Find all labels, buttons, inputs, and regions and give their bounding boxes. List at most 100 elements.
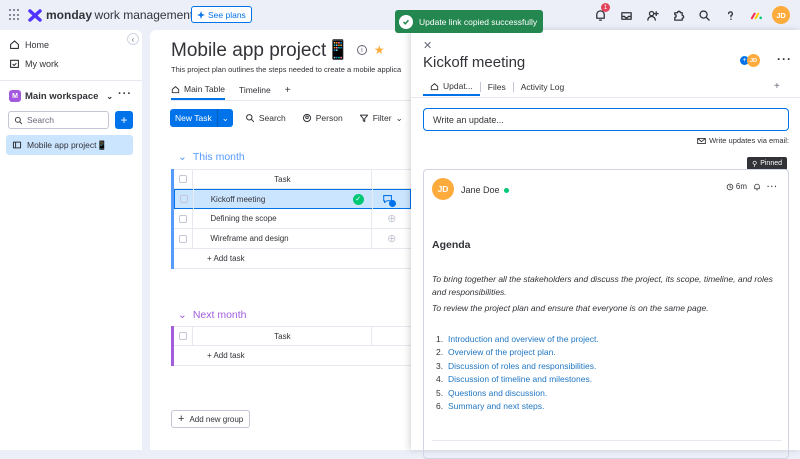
star-icon[interactable]: ★ [374,43,385,57]
task-cell[interactable]: Defining the scope [193,208,373,229]
add-update-button[interactable]: ⊕ [372,209,411,229]
author[interactable]: Jane Doe [461,185,509,195]
tab-activity-log[interactable]: Activity Log [514,79,571,95]
list-number: 2. [436,347,444,358]
post-paragraph: To review the project plan and ensure th… [432,303,709,313]
board-toolbar: New Task ⌄ Search Person Filter ⌄ [170,109,433,127]
apps-grid-icon[interactable] [9,9,21,21]
subscriber-avatar: JD [747,54,760,67]
search-button[interactable] [694,5,714,25]
agenda-list: 1. Introduction and overview of the proje… [436,333,599,413]
table-row[interactable]: Wireframe and design ⊕ [174,228,411,249]
group-title-this-month[interactable]: ⌄ This month [178,151,245,163]
close-icon[interactable]: ✕ [423,39,432,52]
author-avatar[interactable]: JD [432,178,454,200]
new-task-button[interactable]: New Task ⌄ [170,109,233,127]
see-plans-button[interactable]: See plans [191,6,252,23]
add-tab-button[interactable]: + [774,81,780,92]
more-options-button[interactable]: ··· [777,52,792,66]
column-header-task[interactable]: Task [193,326,373,346]
home-icon [171,85,180,93]
logo[interactable]: monday work management [28,8,193,22]
table-row[interactable]: Kickoff meeting ✓ [174,189,411,209]
inbox-button[interactable] [616,5,636,25]
add-person-icon [646,10,659,21]
toolbar-filter-button[interactable]: Filter ⌄ [355,113,407,124]
new-task-label: New Task [175,113,212,123]
row-checkbox[interactable] [174,208,194,229]
add-view-button[interactable]: + [285,81,291,100]
task-cell[interactable]: Wireframe and design [193,228,373,249]
subscribers[interactable]: + JD [740,54,760,67]
sidebar-item-home[interactable]: Home [9,39,49,50]
add-task-row[interactable]: + Add task [174,249,411,269]
collapse-sidebar-button[interactable]: ‹ [127,33,139,45]
notifications-button[interactable]: 1 [590,3,610,25]
sidebar-item-my-work[interactable]: My work [9,58,59,69]
invite-members-button[interactable] [642,5,662,25]
brand-bold: monday [46,8,93,22]
apps-marketplace-button[interactable] [668,5,688,25]
group-title-label: Next month [192,309,247,321]
write-via-email-link[interactable]: Write updates via email: [697,136,789,145]
sidebar-search-placeholder: Search [27,115,54,125]
plus-icon: + [178,413,185,425]
add-task-row[interactable]: + Add task [174,346,411,366]
check-circle-icon [399,14,413,29]
write-update-input[interactable]: Write an update... [423,108,789,131]
post-more-button[interactable]: ··· [767,182,778,191]
board-title[interactable]: Mobile app project📱 [171,38,350,62]
write-update-placeholder: Write an update... [433,114,504,125]
add-new-group-button[interactable]: + Add new group [171,410,251,428]
column-header-task[interactable]: Task [193,169,373,189]
brand-rest: work management [94,8,194,22]
top-icons: 1 JD [590,3,790,25]
update-post: JD Jane Doe 6m ··· Agenda To bring toget… [423,169,789,459]
tab-main-table-label: Main Table [184,84,225,94]
workspace-selector[interactable]: M Main workspace ⌄ [9,90,113,102]
row-checkbox[interactable] [175,189,194,209]
add-task-label[interactable]: + Add task [194,351,245,360]
tab-files[interactable]: Files [481,79,513,95]
sidebar-item-board[interactable]: Mobile app project📱 [6,135,133,155]
toolbar-search-label: Search [258,113,286,123]
add-update-button[interactable]: ⊕ [372,229,411,249]
select-all-checkbox[interactable] [174,326,194,346]
info-icon[interactable]: i [356,45,367,55]
via-email-label: Write updates via email: [709,136,789,145]
row-spacer [174,249,194,269]
row-checkbox[interactable] [174,228,194,249]
item-title[interactable]: Kickoff meeting [423,54,525,71]
chevron-down-icon[interactable]: ⌄ [178,309,187,321]
add-conversation-icon: ⊕ [387,213,397,225]
board-title-row: Mobile app project📱 i ★ [171,38,385,62]
tab-main-table[interactable]: Main Table [171,80,225,100]
add-task-label[interactable]: + Add task [194,254,245,263]
group-title-next-month[interactable]: ⌄ Next month [178,309,247,321]
account-logo-button[interactable] [746,5,766,25]
chevron-down-icon[interactable]: ⌄ [216,109,233,127]
bell-icon[interactable] [753,183,761,191]
chevron-down-icon: ⌄ [106,91,114,101]
update-count-badge [388,199,396,207]
updates-cell[interactable] [373,189,410,209]
workspace-more-button[interactable]: ··· [118,88,132,100]
task-cell[interactable]: Kickoff meeting ✓ [194,189,373,209]
user-avatar[interactable]: JD [772,6,790,24]
sidebar-search-input[interactable]: Search [8,111,109,129]
list-item: 5. Questions and discussion. [436,387,599,400]
tab-updates[interactable]: Updat... [423,78,480,96]
board-icon [12,141,22,149]
add-item-button[interactable]: + [115,111,133,129]
list-text: Summary and next steps. [448,401,545,412]
toolbar-person-button[interactable]: Person [298,113,347,123]
workspace-name: Main workspace [25,90,99,102]
table-row[interactable]: Defining the scope ⊕ [174,208,411,229]
toolbar-search-button[interactable]: Search [241,113,290,123]
column-header-people [372,326,411,346]
list-number: 6. [436,401,444,412]
select-all-checkbox[interactable] [174,169,194,189]
help-button[interactable] [720,5,740,25]
chevron-down-icon[interactable]: ⌄ [178,151,187,163]
tab-timeline[interactable]: Timeline [239,81,271,99]
